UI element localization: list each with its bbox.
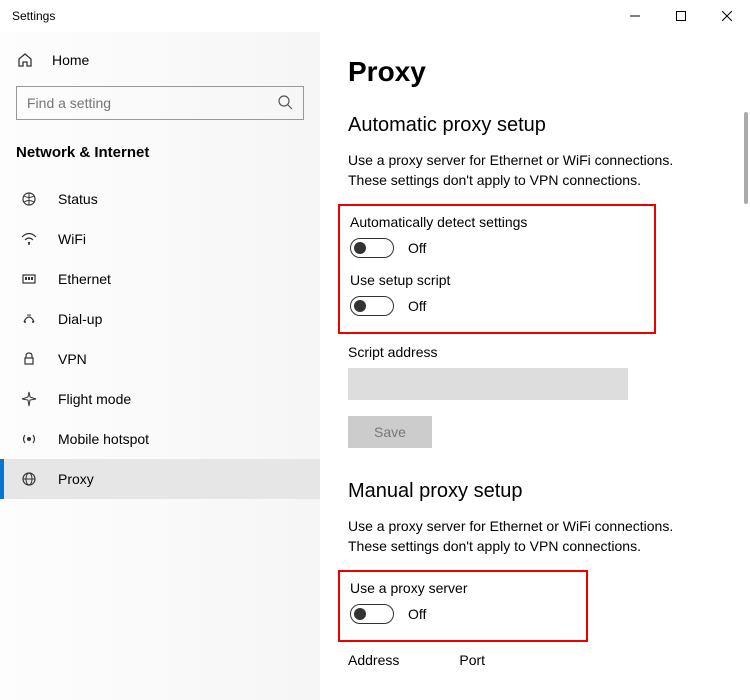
dialup-icon (20, 311, 38, 327)
search-icon (277, 94, 293, 113)
minimize-button[interactable] (612, 0, 658, 32)
manual-heading: Manual proxy setup (348, 480, 714, 503)
status-icon (20, 191, 38, 207)
maximize-button[interactable] (658, 0, 704, 32)
vpn-icon (20, 351, 38, 367)
hotspot-icon (20, 431, 38, 447)
nav-item-flight[interactable]: Flight mode (0, 379, 320, 419)
use-proxy-state: Off (408, 606, 426, 622)
detect-label: Automatically detect settings (350, 214, 644, 230)
manual-desc: Use a proxy server for Ethernet or WiFi … (348, 517, 708, 556)
nav-item-vpn[interactable]: VPN (0, 339, 320, 379)
nav-item-proxy[interactable]: Proxy (0, 459, 320, 499)
globe-icon (20, 471, 38, 487)
auto-desc: Use a proxy server for Ethernet or WiFi … (348, 151, 708, 190)
use-proxy-label: Use a proxy server (350, 580, 576, 596)
home-link[interactable]: Home (0, 44, 320, 76)
nav-label: Mobile hotspot (58, 431, 149, 447)
use-proxy-toggle[interactable] (350, 604, 394, 624)
nav-label: WiFi (58, 231, 86, 247)
ethernet-icon (20, 271, 38, 287)
nav-item-ethernet[interactable]: Ethernet (0, 259, 320, 299)
script-toggle-label: Use setup script (350, 272, 644, 288)
detect-state: Off (408, 240, 426, 256)
nav-label: Status (58, 191, 98, 207)
sidebar: Home Network & Internet Status WiFi (0, 32, 320, 700)
search-input[interactable] (27, 95, 277, 111)
script-address-input[interactable] (348, 368, 628, 400)
window-title: Settings (12, 9, 55, 23)
close-button[interactable] (704, 0, 750, 32)
airplane-icon (20, 391, 38, 407)
nav-label: Flight mode (58, 391, 131, 407)
home-icon (16, 52, 34, 68)
nav-list: Status WiFi Ethernet Dial-up VPN (0, 179, 320, 499)
nav-item-wifi[interactable]: WiFi (0, 219, 320, 259)
nav-item-hotspot[interactable]: Mobile hotspot (0, 419, 320, 459)
highlight-auto: Automatically detect settings Off Use se… (338, 204, 656, 334)
page-title: Proxy (348, 56, 714, 88)
home-label: Home (52, 52, 89, 68)
highlight-manual: Use a proxy server Off (338, 570, 588, 642)
nav-item-dialup[interactable]: Dial-up (0, 299, 320, 339)
nav-label: Dial-up (58, 311, 102, 327)
address-col-label: Address (348, 652, 399, 668)
script-toggle[interactable] (350, 296, 394, 316)
detect-toggle[interactable] (350, 238, 394, 258)
nav-label: Ethernet (58, 271, 111, 287)
scrollbar[interactable] (744, 112, 748, 204)
nav-label: Proxy (58, 471, 94, 487)
wifi-icon (20, 231, 38, 247)
nav-item-status[interactable]: Status (0, 179, 320, 219)
category-heading: Network & Internet (0, 134, 320, 179)
script-state: Off (408, 298, 426, 314)
save-button[interactable]: Save (348, 416, 432, 448)
nav-label: VPN (58, 351, 87, 367)
port-col-label: Port (459, 652, 485, 668)
search-box[interactable] (16, 86, 304, 120)
main-panel: Proxy Automatic proxy setup Use a proxy … (320, 32, 750, 700)
auto-heading: Automatic proxy setup (348, 114, 714, 137)
titlebar: Settings (0, 0, 750, 32)
script-address-label: Script address (348, 344, 714, 360)
